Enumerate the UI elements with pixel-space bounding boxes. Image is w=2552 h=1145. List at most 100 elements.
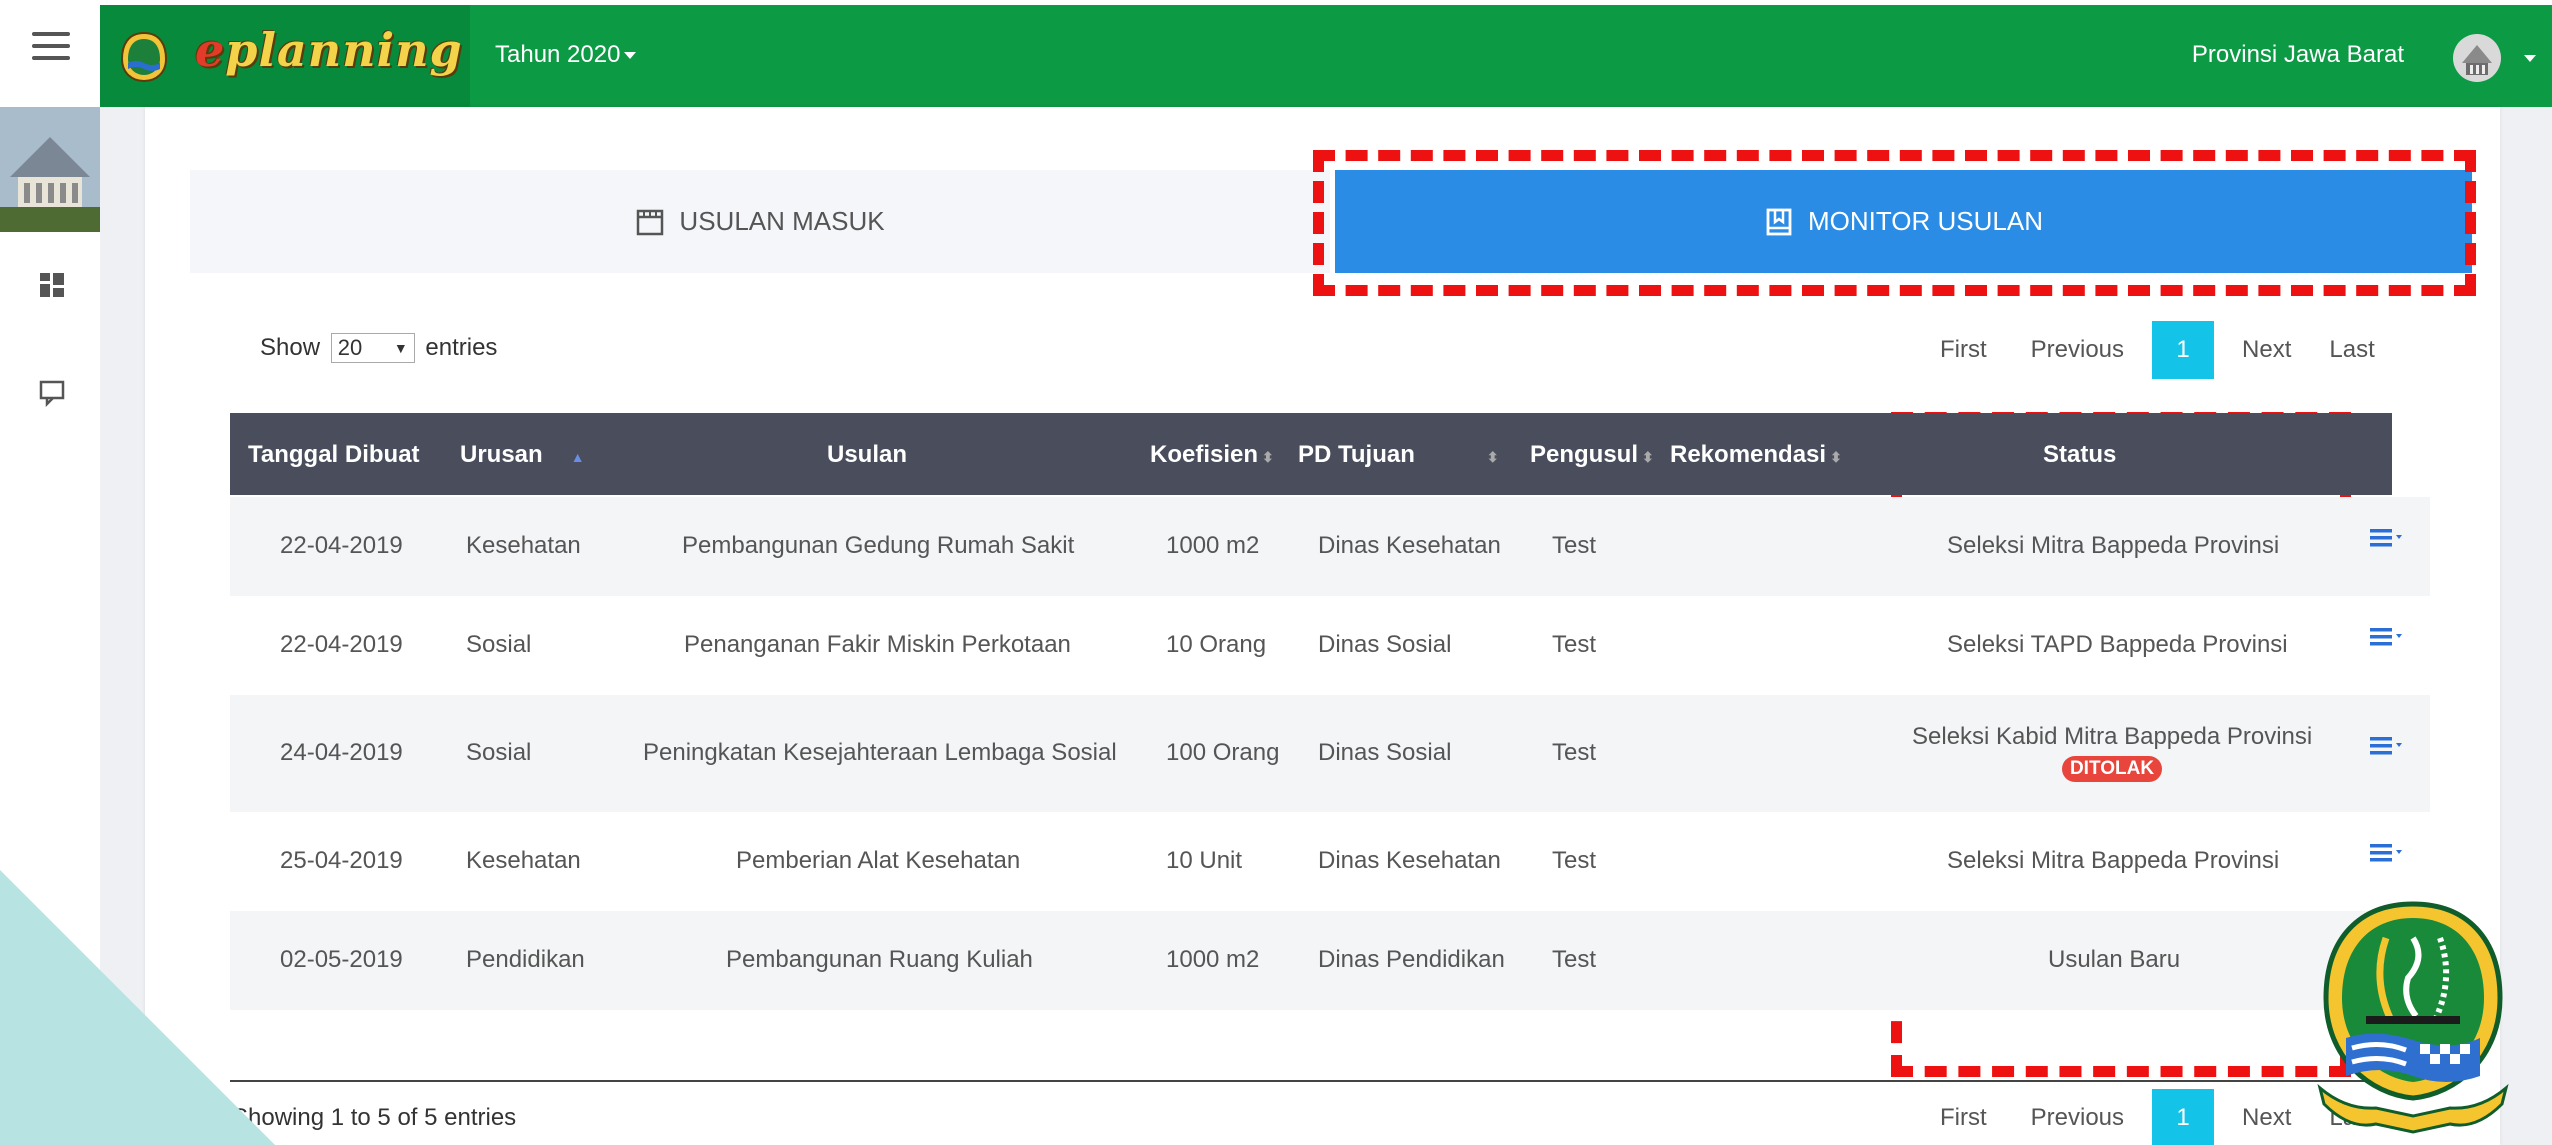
sort-icon: ⬍ [1642, 449, 1654, 465]
cell-pengusul: Test [1552, 739, 1597, 766]
cell-urusan: Kesehatan [466, 847, 581, 874]
cell-usulan: Pembangunan Ruang Kuliah [726, 946, 1033, 973]
page-first[interactable]: First [1940, 1104, 1987, 1132]
brand-name: eplanning [195, 23, 463, 77]
cell-pd-tujuan: Dinas Sosial [1318, 739, 1452, 766]
chat-icon[interactable] [38, 379, 66, 407]
cell-urusan: Sosial [466, 631, 532, 658]
year-label: Tahun 2020 [495, 41, 621, 68]
tab-usulan-masuk[interactable]: USULAN MASUK [190, 170, 1330, 273]
west-java-emblem-icon [2317, 901, 2509, 1134]
column-header-koefisien[interactable]: Koefisien ⬍ [1150, 441, 1274, 469]
cell-urusan: Pendidikan [466, 946, 585, 973]
sort-icon: ⬍ [1830, 449, 1842, 465]
cell-status: Seleksi Mitra Bappeda Provinsi [1947, 847, 2280, 874]
sort-icon: ⬍ [1486, 449, 1499, 465]
table-row: 22-04-2019 Kesehatan Pembangunan Gedung … [230, 497, 2430, 596]
show-entries-control: Show 20 ▼ entries [260, 333, 497, 363]
navbar: eplanning Tahun 2020 Provinsi Jawa Barat [100, 5, 2552, 107]
user-avatar[interactable] [2452, 33, 2502, 83]
column-header-urusan[interactable]: Urusan ▲ [460, 441, 585, 469]
cell-status: Usulan Baru [2048, 946, 2181, 973]
province-label[interactable]: Provinsi Jawa Barat [2192, 41, 2404, 69]
monitor-tab-highlight [1313, 150, 2476, 296]
page-next[interactable]: Next [2242, 336, 2291, 364]
brand-rest: planning [225, 23, 463, 77]
row-action-menu-icon[interactable] [2370, 735, 2404, 759]
cell-status: Seleksi Kabid Mitra Bappeda Provinsi DIT… [1912, 723, 2312, 782]
show-label: Show [260, 334, 321, 361]
brand-initial: e [195, 23, 226, 77]
status-badge: DITOLAK [2061, 756, 2163, 782]
cell-tanggal: 25-04-2019 [280, 847, 403, 874]
sort-asc-icon: ▲ [570, 449, 585, 465]
page-next[interactable]: Next [2242, 1104, 2291, 1132]
cell-tanggal: 24-04-2019 [280, 739, 403, 766]
row-action-menu-icon[interactable] [2370, 527, 2404, 551]
cell-usulan: Penanganan Fakir Miskin Perkotaan [684, 631, 1071, 658]
page-first[interactable]: First [1940, 336, 1987, 364]
chevron-down-icon [624, 52, 637, 60]
table-row: 22-04-2019 Sosial Penanganan Fakir Miski… [230, 596, 2430, 695]
decorative-triangle [0, 870, 280, 1145]
cell-status: Seleksi TAPD Bappeda Provinsi [1947, 631, 2288, 658]
cell-usulan: Pemberian Alat Kesehatan [736, 847, 1021, 874]
gedung-sate-image [0, 107, 100, 232]
chevron-down-icon: ▼ [393, 340, 408, 356]
cell-pd-tujuan: Dinas Pendidikan [1318, 946, 1505, 973]
sort-icon: ⬍ [1262, 449, 1274, 465]
cell-urusan: Sosial [466, 739, 532, 766]
page-current[interactable]: 1 [2152, 1089, 2215, 1145]
dashboard-icon[interactable] [38, 271, 66, 299]
table-header: Tanggal Dibuat Urusan ▲ Usulan Koefisien ⬍… [230, 413, 2392, 495]
status-text: Seleksi Kabid Mitra Bappeda Provinsi [1912, 723, 2313, 750]
cell-usulan: Pembangunan Gedung Rumah Sakit [682, 532, 1075, 559]
west-java-emblem-icon [120, 31, 168, 83]
page-previous[interactable]: Previous [2031, 1104, 2124, 1132]
column-header-pengusul[interactable]: Pengusul ⬍ [1530, 441, 1654, 469]
year-dropdown[interactable]: Tahun 2020 [495, 41, 637, 69]
column-header-status[interactable]: Status [2043, 441, 2116, 469]
cell-pd-tujuan: Dinas Sosial [1318, 631, 1452, 658]
column-header-tanggal[interactable]: Tanggal Dibuat [248, 441, 420, 469]
cell-koefisien: 10 Orang [1166, 631, 1267, 658]
cell-tanggal: 22-04-2019 [280, 532, 403, 559]
page: eplanning Tahun 2020 Provinsi Jawa Barat [0, 0, 2552, 1145]
cell-pengusul: Test [1552, 946, 1597, 973]
cell-status: Seleksi Mitra Bappeda Provinsi [1947, 532, 2280, 559]
cell-pd-tujuan: Dinas Kesehatan [1318, 847, 1501, 874]
calendar-icon [637, 209, 664, 235]
cell-tanggal: 22-04-2019 [280, 631, 403, 658]
cell-koefisien: 1000 m2 [1166, 946, 1260, 973]
table-row: 02-05-2019 Pendidikan Pembangunan Ruang … [230, 911, 2430, 1010]
hamburger-menu-icon[interactable] [32, 32, 70, 64]
cell-tanggal: 02-05-2019 [280, 946, 403, 973]
pagination-top: First Previous 1 Next Last [1940, 321, 2375, 379]
cell-pengusul: Test [1552, 631, 1597, 658]
page-previous[interactable]: Previous [2031, 336, 2124, 364]
user-menu-chevron-icon[interactable] [2524, 55, 2536, 62]
cell-koefisien: 1000 m2 [1166, 532, 1260, 559]
entries-label: entries [425, 334, 498, 361]
column-header-pd-tujuan[interactable]: PD Tujuan ⬍ [1298, 441, 1499, 469]
cell-koefisien: 100 Orang [1166, 739, 1280, 766]
cell-pengusul: Test [1552, 847, 1597, 874]
page-current[interactable]: 1 [2152, 321, 2215, 379]
cell-pengusul: Test [1552, 532, 1597, 559]
cell-usulan: Peningkatan Kesejahteraan Lembaga Sosial [643, 739, 1117, 766]
row-action-menu-icon[interactable] [2370, 626, 2404, 650]
tab-usulan-masuk-label: USULAN MASUK [679, 206, 885, 236]
entries-select[interactable]: 20 ▼ [330, 333, 415, 363]
building-photo [0, 107, 100, 232]
table-row: 25-04-2019 Kesehatan Pemberian Alat Kese… [230, 812, 2430, 911]
top-bar: eplanning Tahun 2020 Provinsi Jawa Barat [0, 0, 2552, 107]
column-header-rekomendasi[interactable]: Rekomendasi ⬍ [1670, 441, 1842, 469]
page-last[interactable]: Last [2329, 336, 2374, 364]
cell-pd-tujuan: Dinas Kesehatan [1318, 532, 1501, 559]
entries-value: 20 [337, 335, 363, 360]
column-header-usulan[interactable]: Usulan [827, 441, 907, 469]
table-row: 24-04-2019 Sosial Peningkatan Kesejahter… [230, 695, 2430, 812]
row-action-menu-icon[interactable] [2370, 842, 2404, 866]
brand[interactable]: eplanning [100, 5, 470, 107]
cell-koefisien: 10 Unit [1166, 847, 1243, 874]
